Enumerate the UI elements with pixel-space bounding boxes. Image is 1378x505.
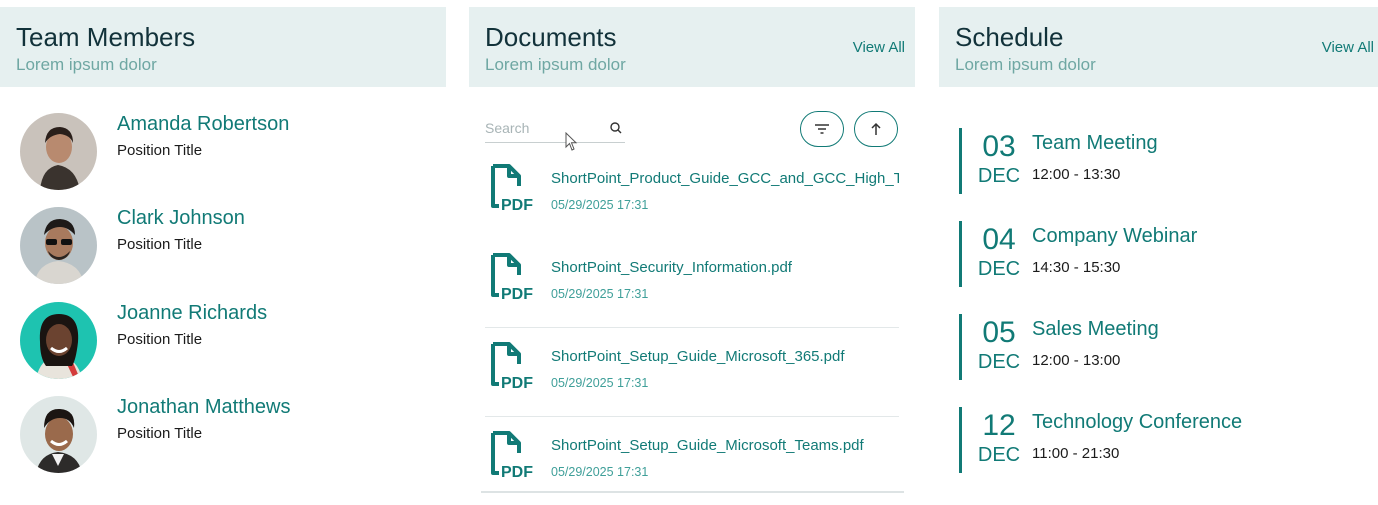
pdf-label: PDF: [501, 286, 533, 303]
documents-title: Documents: [485, 22, 617, 52]
schedule-event[interactable]: 03 DEC Team Meeting 12:00 - 13:30: [959, 128, 1369, 194]
event-day: 03: [982, 130, 1016, 163]
member-name[interactable]: Clark Johnson: [117, 207, 245, 230]
search-input[interactable]: [485, 115, 603, 141]
avatar[interactable]: [20, 302, 97, 379]
list-item[interactable]: PDF ShortPoint_Security_Information.pdf …: [485, 239, 899, 328]
avatar[interactable]: [20, 396, 97, 473]
arrow-up-icon: [871, 122, 881, 135]
event-time: 12:00 - 13:00: [1032, 352, 1121, 369]
event-accent-bar: [959, 221, 962, 287]
document-name[interactable]: ShortPoint_Setup_Guide_Microsoft_Teams.p…: [551, 437, 899, 454]
document-name[interactable]: ShortPoint_Setup_Guide_Microsoft_365.pdf: [551, 348, 899, 365]
document-date: 05/29/2025 17:31: [551, 465, 649, 479]
document-name[interactable]: ShortPoint_Security_Information.pdf: [551, 259, 899, 276]
team-members-header: Team Members Lorem ipsum dolor: [0, 7, 446, 87]
team-member-card[interactable]: Jonathan Matthews Position Title: [20, 396, 420, 474]
event-title[interactable]: Company Webinar: [1032, 225, 1197, 248]
event-day: 04: [982, 223, 1016, 256]
document-date: 05/29/2025 17:31: [551, 198, 649, 212]
documents-subtitle: Lorem ipsum dolor: [485, 55, 626, 74]
event-title[interactable]: Team Meeting: [1032, 132, 1158, 155]
pdf-file-icon: PDF: [491, 431, 533, 481]
document-search: [485, 115, 625, 143]
documents-header: Documents Lorem ipsum dolor View All: [469, 7, 915, 87]
list-divider: [485, 328, 899, 417]
team-member-card[interactable]: Clark Johnson Position Title: [20, 207, 420, 285]
member-position: Position Title: [117, 425, 203, 442]
event-title[interactable]: Sales Meeting: [1032, 318, 1159, 341]
avatar[interactable]: [20, 113, 97, 190]
team-members-title: Team Members: [16, 22, 196, 52]
schedule-panel: Schedule Lorem ipsum dolor View All 03 D…: [939, 7, 1378, 497]
list-divider: [485, 239, 899, 328]
event-day: 12: [982, 409, 1016, 442]
pdf-label: PDF: [501, 464, 533, 481]
event-month: DEC: [977, 351, 1021, 373]
filter-button[interactable]: [800, 111, 844, 147]
document-date: 05/29/2025 17:31: [551, 287, 649, 301]
event-accent-bar: [959, 128, 962, 194]
document-name[interactable]: ShortPoint_Product_Guide_GCC_and_GCC_Hig…: [551, 170, 899, 187]
mouse-cursor-icon: [565, 132, 578, 151]
avatar[interactable]: [20, 207, 97, 284]
member-position: Position Title: [117, 236, 203, 253]
member-name[interactable]: Amanda Robertson: [117, 113, 289, 136]
team-member-card[interactable]: Amanda Robertson Position Title: [20, 113, 420, 191]
event-day: 05: [982, 316, 1016, 349]
schedule-event[interactable]: 12 DEC Technology Conference 11:00 - 21:…: [959, 407, 1369, 473]
member-position: Position Title: [117, 331, 203, 348]
sort-button[interactable]: [854, 111, 898, 147]
schedule-header: Schedule Lorem ipsum dolor View All: [939, 7, 1378, 87]
team-members-subtitle: Lorem ipsum dolor: [16, 55, 157, 74]
list-item[interactable]: PDF ShortPoint_Setup_Guide_Microsoft_365…: [485, 328, 899, 417]
event-month: DEC: [977, 444, 1021, 466]
pdf-file-icon: PDF: [491, 342, 533, 392]
team-members-panel: Team Members Lorem ipsum dolor Amanda Ro…: [0, 7, 446, 497]
schedule-view-all-link[interactable]: View All: [1322, 39, 1374, 56]
event-time: 12:00 - 13:30: [1032, 166, 1121, 183]
member-name[interactable]: Jonathan Matthews: [117, 396, 290, 419]
event-month: DEC: [977, 258, 1021, 280]
event-accent-bar: [959, 407, 962, 473]
event-month: DEC: [977, 165, 1021, 187]
team-member-card[interactable]: Joanne Richards Position Title: [20, 302, 420, 380]
pdf-file-icon: PDF: [491, 253, 533, 303]
event-time: 11:00 - 21:30: [1032, 445, 1120, 462]
schedule-subtitle: Lorem ipsum dolor: [955, 55, 1096, 74]
pdf-file-icon: PDF: [491, 164, 533, 214]
schedule-event[interactable]: 04 DEC Company Webinar 14:30 - 15:30: [959, 221, 1369, 287]
member-position: Position Title: [117, 142, 203, 159]
schedule-title: Schedule: [955, 22, 1064, 52]
event-title[interactable]: Technology Conference: [1032, 411, 1242, 434]
list-item[interactable]: PDF ShortPoint_Setup_Guide_Microsoft_Tea…: [485, 417, 899, 485]
pdf-label: PDF: [501, 197, 533, 214]
filter-icon: [815, 124, 829, 134]
document-date: 05/29/2025 17:31: [551, 376, 649, 390]
documents-view-all-link[interactable]: View All: [853, 39, 905, 56]
member-name[interactable]: Joanne Richards: [117, 302, 267, 325]
event-time: 14:30 - 15:30: [1032, 259, 1121, 276]
search-icon[interactable]: [609, 121, 623, 135]
schedule-event[interactable]: 05 DEC Sales Meeting 12:00 - 13:00: [959, 314, 1369, 380]
event-accent-bar: [959, 314, 962, 380]
list-item[interactable]: PDF ShortPoint_Product_Guide_GCC_and_GCC…: [485, 150, 899, 239]
document-list: PDF ShortPoint_Product_Guide_GCC_and_GCC…: [485, 150, 899, 485]
list-scroll-edge: [481, 491, 904, 493]
pdf-label: PDF: [501, 375, 533, 392]
